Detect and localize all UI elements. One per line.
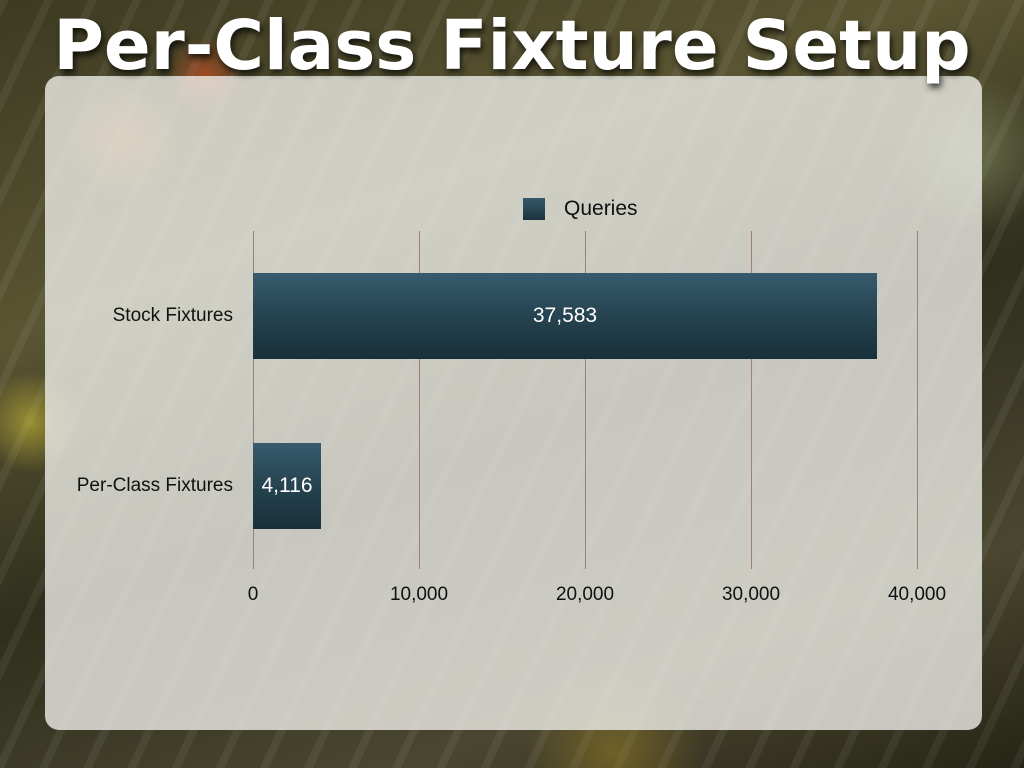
bar-value-label: 37,583 bbox=[532, 304, 598, 327]
category-label: Per-Class Fixtures bbox=[76, 475, 233, 496]
x-tick-label: 40,000 bbox=[887, 584, 947, 605]
gridline bbox=[917, 231, 918, 569]
x-tick-label: 30,000 bbox=[721, 584, 781, 605]
category-label: Stock Fixtures bbox=[112, 305, 233, 326]
x-tick-label: 20,000 bbox=[555, 584, 615, 605]
x-tick-label: 0 bbox=[247, 584, 259, 605]
bar-chart: 0 10,000 20,000 30,000 40,000 37,583 Stock Fix… bbox=[0, 0, 1024, 768]
bar: 37,583 bbox=[253, 273, 877, 359]
x-tick-label: 10,000 bbox=[389, 584, 449, 605]
bar: 4,116 bbox=[253, 443, 321, 529]
bar-value-label: 4,116 bbox=[261, 474, 313, 497]
